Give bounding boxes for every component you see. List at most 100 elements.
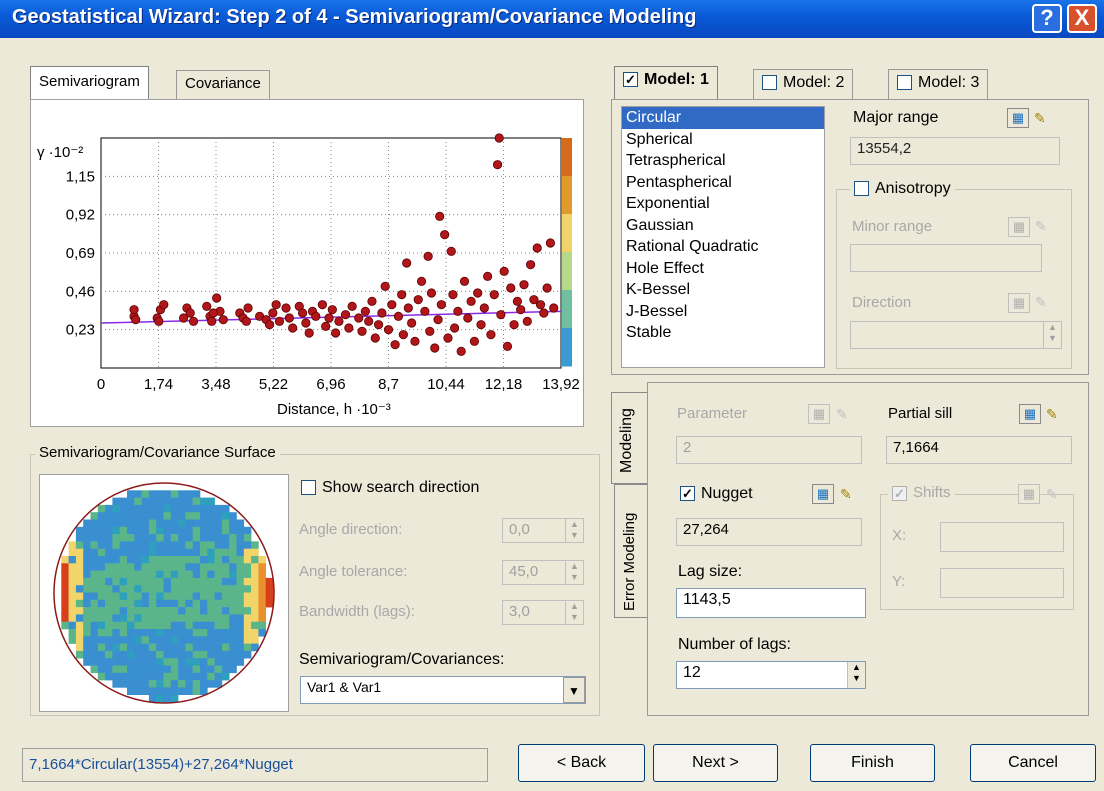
model-list-item[interactable]: Hole Effect xyxy=(622,258,824,280)
tab-model-3[interactable]: Model: 3 xyxy=(888,69,989,99)
checkbox-label: Show search direction xyxy=(322,479,480,496)
surface-cell xyxy=(156,592,164,601)
semivariogram-chart: 0 1,74 3,48 5,22 6,96 8,7 10,44 12,18 13,92 0,23 0… xyxy=(37,133,580,418)
lag-size-label: Lag size: xyxy=(678,563,743,580)
surface-cell xyxy=(251,556,259,564)
back-button[interactable]: < Back xyxy=(518,744,645,782)
surface-cell xyxy=(68,541,77,549)
model-list-item[interactable]: Rational Quadratic xyxy=(622,236,824,258)
data-point xyxy=(453,306,463,316)
finish-button[interactable]: Finish xyxy=(810,744,935,782)
surface-cell xyxy=(221,541,230,549)
legend-swatch xyxy=(562,138,572,177)
calculator-icon[interactable]: ▦ xyxy=(1019,404,1041,424)
surface-cell xyxy=(134,592,142,601)
surface-cell xyxy=(156,541,164,549)
surface-cell xyxy=(207,556,215,564)
surface-cell xyxy=(170,541,179,549)
tab-model-1[interactable]: ✓ Model: 1 xyxy=(614,66,718,100)
surface-cell xyxy=(200,672,208,681)
model-list-item[interactable]: Pentaspherical xyxy=(622,172,824,194)
surface-cell xyxy=(207,680,215,688)
surface-cell xyxy=(156,548,164,557)
model-list-item[interactable]: Exponential xyxy=(622,193,824,215)
x-tick-label: 13,92 xyxy=(542,376,580,393)
pencil-icon: ✎ xyxy=(1035,218,1047,234)
surface-cell xyxy=(127,585,135,593)
pencil-icon[interactable]: ✎ xyxy=(1046,404,1062,424)
calculator-icon[interactable]: ▦ xyxy=(1007,108,1029,128)
cancel-button[interactable]: Cancel xyxy=(970,744,1096,782)
surface-cell xyxy=(148,680,157,688)
surface-cell xyxy=(185,614,193,622)
anisotropy-checkbox[interactable]: Anisotropy xyxy=(850,180,955,198)
surface-cell xyxy=(221,672,230,681)
model-list[interactable]: Circular Spherical Tetraspherical Pentasphe… xyxy=(621,106,825,368)
tab-covariance[interactable]: Covariance xyxy=(176,70,270,100)
next-button[interactable]: Next > xyxy=(653,744,778,782)
model-list-item[interactable]: Gaussian xyxy=(622,215,824,237)
pencil-icon[interactable]: ✎ xyxy=(840,484,856,504)
surface-cell xyxy=(141,614,150,622)
partial-sill-field[interactable]: 7,1664 xyxy=(886,436,1072,464)
data-point xyxy=(304,328,314,338)
surface-cell xyxy=(178,621,186,630)
nugget-checkbox[interactable]: ✓ Nugget xyxy=(680,485,753,503)
surface-cell xyxy=(236,577,245,586)
surface-cell xyxy=(105,577,113,586)
data-point xyxy=(373,320,384,330)
surface-cell xyxy=(207,519,215,528)
surface-cell xyxy=(229,599,237,608)
surface-cell xyxy=(119,541,128,549)
surface-cell xyxy=(200,636,208,644)
tab-modeling[interactable]: Modeling xyxy=(611,392,647,484)
tab-error-modeling[interactable]: Error Modeling xyxy=(614,484,647,618)
surface-cell xyxy=(97,534,106,542)
surface-cell xyxy=(61,577,69,586)
model-list-item[interactable]: Spherical xyxy=(622,129,824,151)
calculator-icon[interactable]: ▦ xyxy=(812,484,834,504)
minor-range-label: Minor range xyxy=(852,218,933,235)
data-point xyxy=(281,303,291,313)
show-search-direction-checkbox[interactable]: Show search direction xyxy=(301,479,479,497)
close-button[interactable]: X xyxy=(1067,4,1097,33)
model-list-item[interactable]: Stable xyxy=(622,322,824,344)
help-button[interactable]: ? xyxy=(1032,4,1062,33)
surface-cell xyxy=(200,665,208,674)
spin-icon[interactable]: ▲ ▼ xyxy=(847,662,865,688)
model-list-item[interactable]: Tetraspherical xyxy=(622,150,824,172)
nugget-field[interactable]: 27,264 xyxy=(676,518,862,546)
data-point xyxy=(354,313,364,323)
model-list-item[interactable]: K-Bessel xyxy=(622,279,824,301)
surface-cell xyxy=(200,556,208,564)
model-list-item[interactable]: Circular xyxy=(622,107,824,129)
chevron-down-icon[interactable]: ▼ xyxy=(563,677,585,703)
tab-model-2[interactable]: Model: 2 xyxy=(753,69,854,99)
surface-cell xyxy=(207,497,215,506)
surface-cell xyxy=(83,636,91,644)
surface-cell xyxy=(243,541,252,549)
semivar-cov-select[interactable]: Var1 & Var1 ▼ xyxy=(300,676,586,704)
data-point xyxy=(334,316,344,326)
data-point xyxy=(466,296,476,306)
surface-cell xyxy=(192,577,201,586)
tab-semivariogram[interactable]: Semivariogram xyxy=(30,66,149,100)
surface-cell xyxy=(170,497,179,506)
surface-cell xyxy=(163,556,172,564)
number-of-lags-label: Number of lags: xyxy=(678,636,791,653)
surface-cell xyxy=(207,592,215,601)
surface-image xyxy=(53,482,275,704)
surface-cell xyxy=(200,621,208,630)
number-of-lags-input[interactable]: 12 ▲ ▼ xyxy=(676,661,866,689)
spin-icon: ▲ ▼ xyxy=(565,519,583,542)
pencil-icon[interactable]: ✎ xyxy=(1034,108,1050,128)
surface-cell xyxy=(221,585,230,593)
surface-cell xyxy=(112,526,120,535)
surface-cell xyxy=(68,577,77,586)
lag-size-input[interactable]: 1143,5 xyxy=(676,588,866,618)
surface-cell xyxy=(148,548,157,557)
data-point xyxy=(243,303,253,313)
model-list-item[interactable]: J-Bessel xyxy=(622,301,824,323)
surface-cell xyxy=(192,592,201,601)
surface-cell xyxy=(68,592,77,601)
